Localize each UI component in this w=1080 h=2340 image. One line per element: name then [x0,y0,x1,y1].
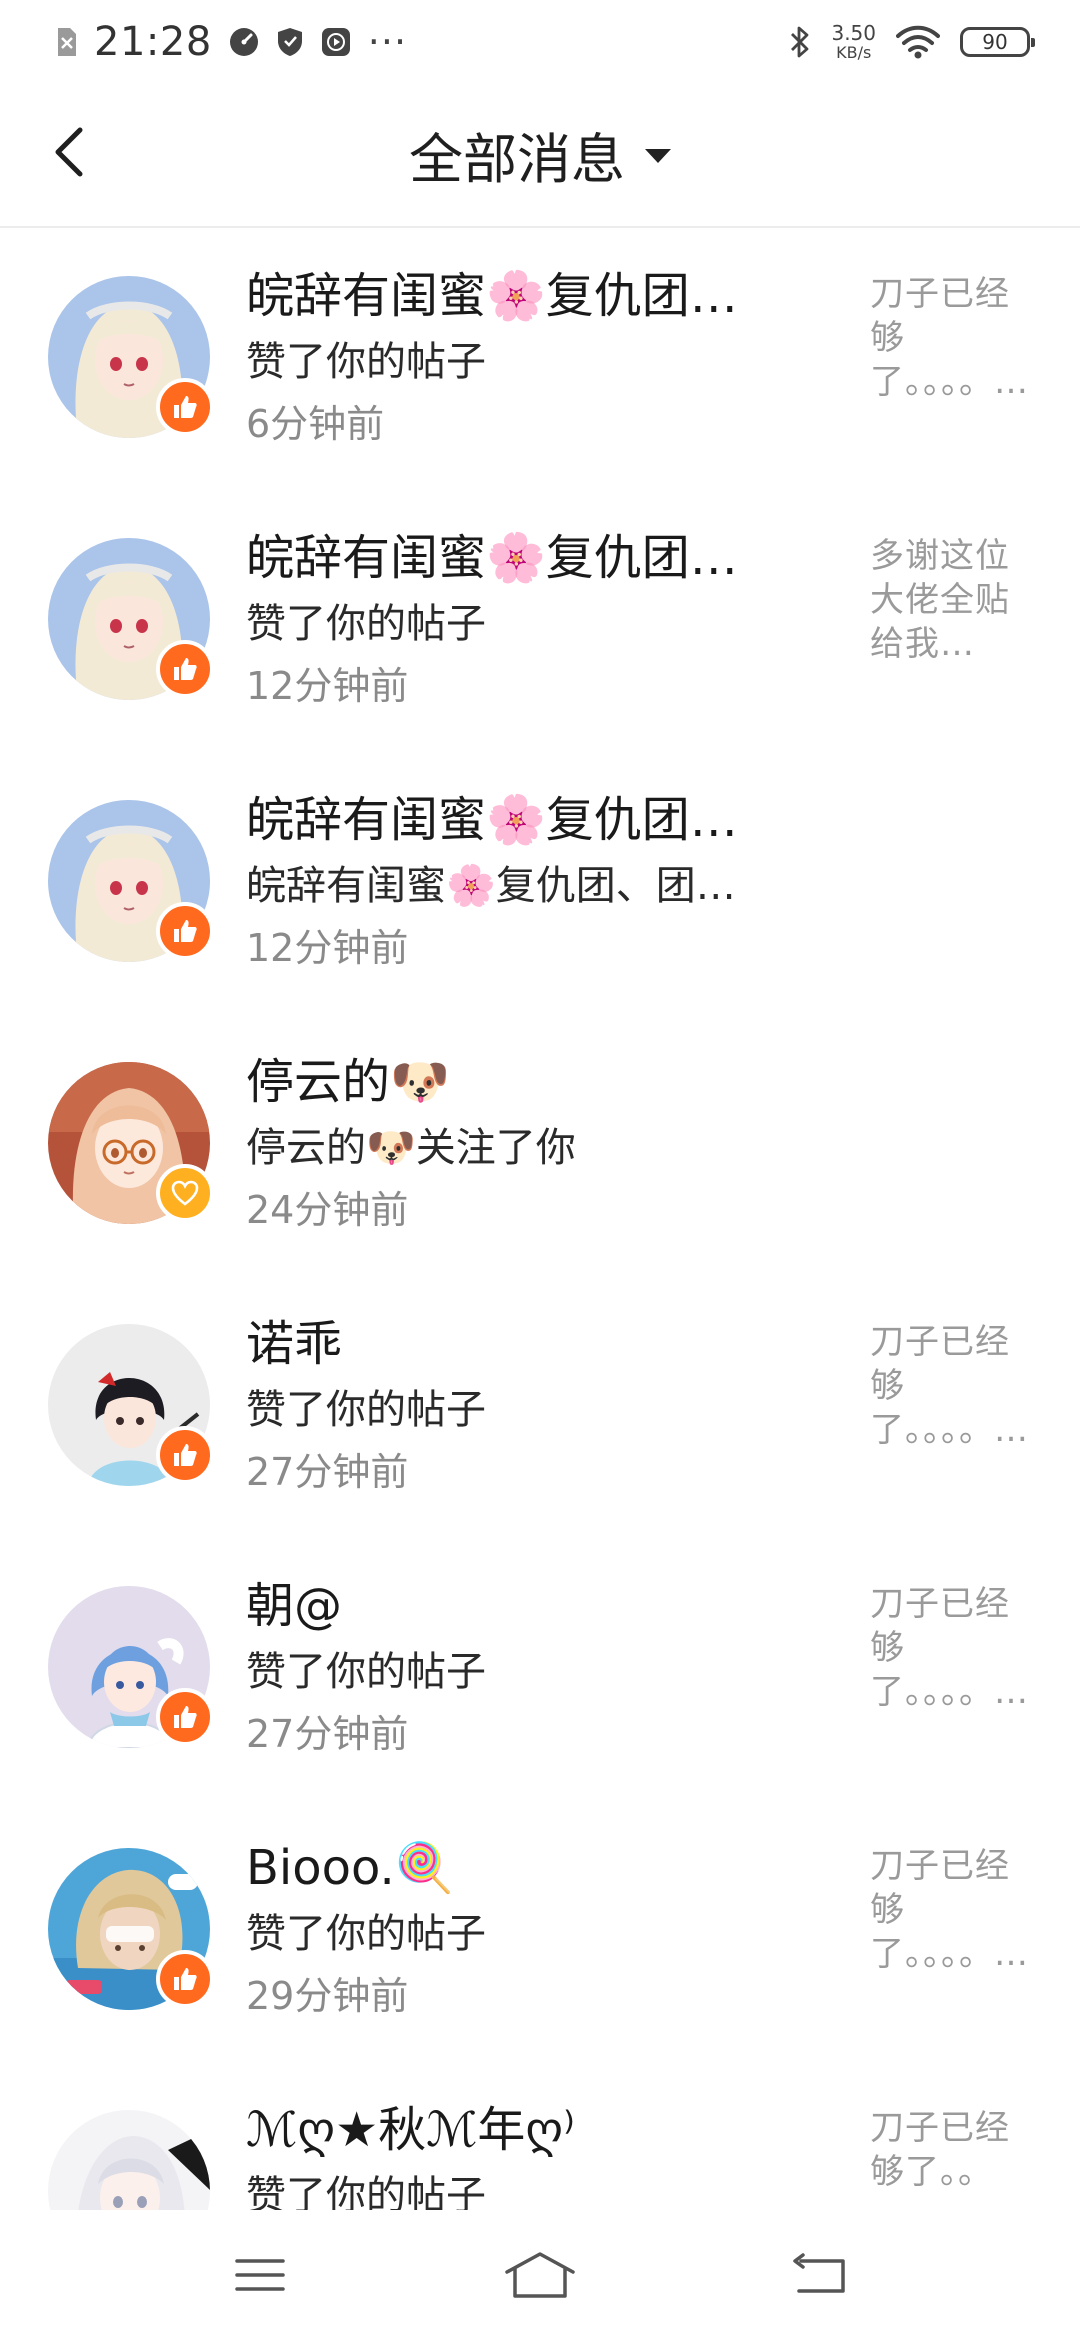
message-content: 皖辞有闺蜜🌸复仇团… 皖辞有闺蜜🌸复仇团、团… 12分钟前 [246,788,806,978]
post-preview[interactable]: 刀子已经够了。。 [870,2106,1030,2194]
post-preview[interactable]: 刀子已经够了。。。。… [870,1320,1030,1452]
post-preview[interactable]: 多谢这位大佬全贴给我… [870,534,1030,666]
caret-down-icon [645,149,671,163]
list-item[interactable]: 皖辞有闺蜜🌸复仇团… 赞了你的帖子 12分钟前 多谢这位大佬全贴给我… [0,492,1080,754]
message-action: 赞了你的帖子 [246,1649,486,1695]
message-time: 6分钟前 [246,402,385,446]
avatar-container[interactable] [48,1062,214,1224]
network-speed-value: 3.50 [831,21,876,45]
like-badge [156,378,214,436]
network-speed: 3.50 KB/s [831,23,876,61]
post-preview[interactable]: 刀子已经够了。。。。… [870,1582,1030,1714]
sender-name[interactable]: 皖辞有闺蜜🌸复仇团… [246,264,806,328]
message-action: 赞了你的帖子 [246,1911,486,1957]
post-preview[interactable]: 刀子已经够了。。。。… [870,272,1030,404]
status-left: 21:28 ··· [56,19,407,65]
more-notifications-icon: ··· [367,20,408,64]
thumbs-up-icon [174,658,197,680]
avatar-container[interactable] [48,800,214,962]
sender-name[interactable]: ℳღ★秋ℳ年ღ⁾ [246,2098,806,2162]
sender-name[interactable]: 皖辞有闺蜜🌸复仇团… [246,526,806,590]
list-item[interactable]: 皖辞有闺蜜🌸复仇团… 赞了你的帖子 6分钟前 刀子已经够了。。。。… [0,230,1080,492]
message-time: 27分钟前 [246,1450,409,1494]
home-icon [505,2252,575,2298]
media-play-icon [320,26,352,58]
list-item[interactable]: 皖辞有闺蜜🌸复仇团… 皖辞有闺蜜🌸复仇团、团… 12分钟前 [0,754,1080,1016]
system-navigation-bar [0,2210,1080,2340]
sender-name[interactable]: 诺乖 [246,1312,806,1376]
speedometer-icon [228,26,260,58]
message-content: 停云的🐶 停云的🐶关注了你 24分钟前 [246,1050,806,1240]
avatar-container[interactable] [48,2110,210,2210]
avatar-container[interactable] [48,276,214,438]
post-preview[interactable]: 刀子已经够了。。。。… [870,1844,1030,1976]
message-action: 赞了你的帖子 [246,601,486,647]
message-action: 皖辞有闺蜜🌸复仇团、团… [246,863,736,909]
return-icon [793,2253,845,2293]
like-badge [156,1688,214,1746]
avatar-container[interactable] [48,1586,214,1748]
shield-icon [276,26,304,58]
anime-white-hair-avatar-icon [48,2110,210,2210]
message-action: 赞了你的帖子 [246,2173,486,2210]
avatar[interactable] [48,2110,210,2210]
heart-icon [171,1180,199,1206]
status-bar: 21:28 ··· 3.50 KB/s 90 [0,0,1080,84]
message-content: 诺乖 赞了你的帖子 27分钟前 [246,1312,806,1502]
like-badge [156,1426,214,1484]
message-content: 皖辞有闺蜜🌸复仇团… 赞了你的帖子 6分钟前 [246,264,806,454]
page-title: 全部消息 [409,127,625,191]
message-action: 赞了你的帖子 [246,339,486,385]
like-badge [156,1950,214,2008]
sim-off-icon [56,26,78,58]
message-content: 皖辞有闺蜜🌸复仇团… 赞了你的帖子 12分钟前 [246,526,806,716]
message-action: 停云的🐶关注了你 [246,1125,576,1171]
sender-name[interactable]: Biooo.🍭 [246,1836,806,1900]
message-filter-dropdown[interactable]: 全部消息 [0,114,1080,194]
menu-icon [235,2259,285,2291]
wifi-icon [896,25,940,59]
list-item[interactable]: 朝@ 赞了你的帖子 27分钟前 刀子已经够了。。。。… [0,1540,1080,1802]
status-right: 3.50 KB/s 90 [789,23,1035,61]
message-content: ℳღ★秋ℳ年ღ⁾ 赞了你的帖子 [246,2098,806,2210]
thumbs-up-icon [174,396,197,418]
list-item[interactable]: Biooo.🍭 赞了你的帖子 29分钟前 刀子已经够了。。。。… [0,1802,1080,2064]
avatar-container[interactable] [48,1848,214,2010]
bluetooth-icon [789,24,811,60]
message-list[interactable]: 皖辞有闺蜜🌸复仇团… 赞了你的帖子 6分钟前 刀子已经够了。。。。… 皖辞有闺蜜… [0,230,1080,2210]
like-badge [156,902,214,960]
sender-name[interactable]: 朝@ [246,1574,806,1638]
avatar-container[interactable] [48,538,214,700]
app-header: 全部消息 [0,84,1080,228]
avatar-container[interactable] [48,1324,214,1486]
home-button[interactable] [490,2235,590,2315]
battery-level: 90 [982,30,1008,54]
message-content: 朝@ 赞了你的帖子 27分钟前 [246,1574,806,1764]
thumbs-up-icon [174,1706,197,1728]
message-time: 12分钟前 [246,664,409,708]
sender-name[interactable]: 停云的🐶 [246,1050,806,1114]
list-item[interactable]: 停云的🐶 停云的🐶关注了你 24分钟前 [0,1016,1080,1278]
message-content: Biooo.🍭 赞了你的帖子 29分钟前 [246,1836,806,2026]
status-time: 21:28 [94,19,212,65]
message-time: 29分钟前 [246,1974,409,2018]
message-time: 27分钟前 [246,1712,409,1756]
message-action: 赞了你的帖子 [246,1387,486,1433]
battery-indicator: 90 [960,27,1035,57]
like-badge [156,640,214,698]
network-speed-unit: KB/s [836,43,872,62]
thumbs-up-icon [174,1968,197,1990]
message-time: 24分钟前 [246,1188,409,1232]
sender-name[interactable]: 皖辞有闺蜜🌸复仇团… [246,788,806,852]
back-nav-button[interactable] [770,2235,870,2315]
message-time: 12分钟前 [246,926,409,970]
thumbs-up-icon [174,1444,197,1466]
list-item[interactable]: ℳღ★秋ℳ年ღ⁾ 赞了你的帖子 刀子已经够了。。 [0,2064,1080,2210]
menu-button[interactable] [210,2235,310,2315]
list-item[interactable]: 诺乖 赞了你的帖子 27分钟前 刀子已经够了。。。。… [0,1278,1080,1540]
follow-badge [156,1164,214,1222]
thumbs-up-icon [174,920,197,942]
